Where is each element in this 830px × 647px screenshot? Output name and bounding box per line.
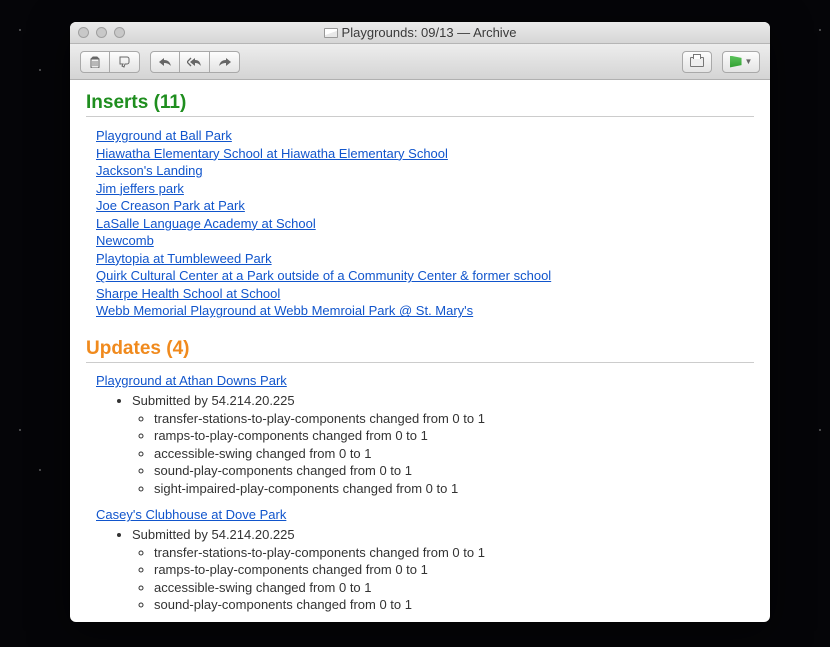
changes-list: transfer-stations-to-play-components cha… — [132, 544, 754, 614]
change-item: accessible-swing changed from 0 to 1 — [154, 579, 754, 597]
message-body[interactable]: Inserts (11) Playground at Ball Park Hia… — [70, 80, 770, 622]
inserts-heading: Inserts (11) — [86, 92, 754, 117]
change-item: sound-play-components changed from 0 to … — [154, 596, 754, 614]
titlebar[interactable]: Playgrounds: 09/13 — Archive — [70, 22, 770, 44]
reply-all-arrow-icon — [187, 57, 203, 67]
change-item: transfer-stations-to-play-components cha… — [154, 410, 754, 428]
forward-arrow-icon — [218, 57, 232, 67]
delete-group — [80, 51, 140, 73]
change-item: ramps-to-play-components changed from 0 … — [154, 427, 754, 445]
junk-button[interactable] — [110, 51, 140, 73]
nav-group — [150, 51, 240, 73]
change-item: sound-play-components changed from 0 to … — [154, 462, 754, 480]
minimize-window-button[interactable] — [96, 27, 107, 38]
delete-button[interactable] — [80, 51, 110, 73]
print-button[interactable] — [682, 51, 712, 73]
insert-link[interactable]: Playtopia at Tumbleweed Park — [96, 251, 272, 266]
envelope-icon — [324, 28, 338, 38]
chevron-down-icon: ▼ — [745, 57, 753, 66]
close-window-button[interactable] — [78, 27, 89, 38]
change-item: transfer-stations-to-play-components cha… — [154, 544, 754, 562]
update-item: Casey's Clubhouse at Dove Park Submitted… — [86, 507, 754, 614]
reply-arrow-icon — [158, 57, 172, 67]
reply-button[interactable] — [150, 51, 180, 73]
insert-link[interactable]: Sharpe Health School at School — [96, 286, 280, 301]
changes-list: transfer-stations-to-play-components cha… — [132, 410, 754, 498]
insert-link[interactable]: Jim jeffers park — [96, 181, 184, 196]
reply-all-button[interactable] — [180, 51, 210, 73]
printer-icon — [690, 57, 704, 67]
toolbar: ▼ — [70, 44, 770, 80]
inserts-list: Playground at Ball Park Hiawatha Element… — [86, 127, 754, 320]
insert-link[interactable]: Quirk Cultural Center at a Park outside … — [96, 268, 551, 283]
change-item: ramps-to-play-components changed from 0 … — [154, 561, 754, 579]
insert-link[interactable]: Newcomb — [96, 233, 154, 248]
mail-window: Playgrounds: 09/13 — Archive — [70, 22, 770, 622]
update-item: Playground at Athan Downs Park Submitted… — [86, 373, 754, 497]
window-title-text: Playgrounds: 09/13 — Archive — [342, 25, 517, 40]
flag-group: ▼ — [722, 51, 760, 73]
thumbs-down-icon — [118, 56, 132, 68]
update-meta-list: Submitted by 54.214.20.225 transfer-stat… — [96, 526, 754, 614]
submitted-by: Submitted by 54.214.20.225 — [132, 392, 754, 410]
change-item: sight-impaired-play-components changed f… — [154, 480, 754, 498]
update-link[interactable]: Casey's Clubhouse at Dove Park — [96, 507, 286, 522]
window-title: Playgrounds: 09/13 — Archive — [70, 25, 770, 40]
window-controls — [70, 27, 125, 38]
flag-button[interactable]: ▼ — [722, 51, 760, 73]
insert-link[interactable]: Playground at Ball Park — [96, 128, 232, 143]
change-item: accessible-swing changed from 0 to 1 — [154, 445, 754, 463]
updates-heading: Updates (4) — [86, 338, 754, 363]
insert-link[interactable]: Jackson's Landing — [96, 163, 203, 178]
insert-link[interactable]: Hiawatha Elementary School at Hiawatha E… — [96, 146, 448, 161]
zoom-window-button[interactable] — [114, 27, 125, 38]
update-meta-list: Submitted by 54.214.20.225 transfer-stat… — [96, 392, 754, 497]
insert-link[interactable]: Joe Creason Park at Park — [96, 198, 245, 213]
insert-link[interactable]: LaSalle Language Academy at School — [96, 216, 316, 231]
print-group — [682, 51, 712, 73]
insert-link[interactable]: Webb Memorial Playground at Webb Memroia… — [96, 303, 473, 318]
forward-button[interactable] — [210, 51, 240, 73]
submitted-by: Submitted by 54.214.20.225 — [132, 526, 754, 544]
trash-icon — [89, 56, 101, 68]
flag-icon — [730, 56, 742, 68]
update-link[interactable]: Playground at Athan Downs Park — [96, 373, 287, 388]
